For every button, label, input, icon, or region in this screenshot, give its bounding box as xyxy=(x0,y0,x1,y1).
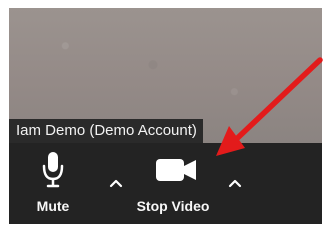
stop-video-label: Stop Video xyxy=(136,198,210,214)
participant-name-label: Iam Demo (Demo Account) xyxy=(9,119,203,143)
video-options-button[interactable] xyxy=(227,176,243,190)
microphone-icon xyxy=(42,152,64,188)
meeting-window: Iam Demo (Demo Account) Mute Stop Video xyxy=(9,8,322,224)
video-camera-icon xyxy=(156,159,196,181)
stop-video-button[interactable]: Stop Video xyxy=(127,151,219,223)
audio-options-button[interactable] xyxy=(108,176,124,190)
chevron-up-icon xyxy=(228,179,242,188)
chevron-up-icon xyxy=(109,179,123,188)
mute-label: Mute xyxy=(36,198,70,214)
mute-button[interactable]: Mute xyxy=(31,151,75,223)
